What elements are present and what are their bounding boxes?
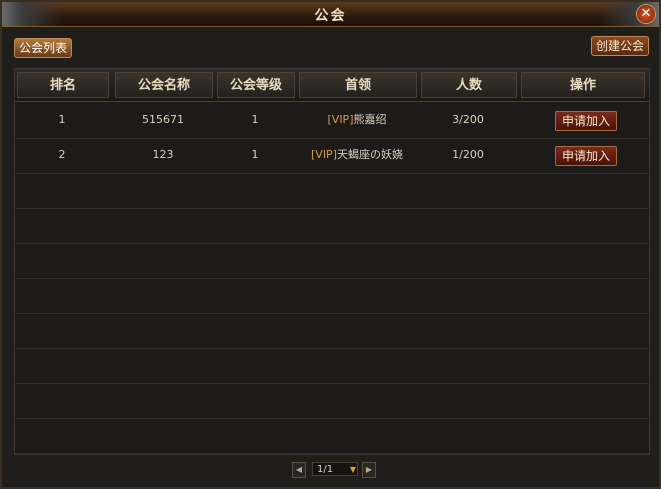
guild-name-cell: 515671 bbox=[142, 113, 184, 126]
empty-row bbox=[15, 313, 649, 349]
header-guild-name: 公会名称 bbox=[115, 72, 213, 98]
guild-name-cell: 123 bbox=[152, 148, 174, 161]
empty-row bbox=[15, 348, 649, 384]
rank-cell: 2 bbox=[58, 148, 66, 161]
vip-tag: [VIP] bbox=[311, 148, 337, 161]
members-cell: 1/200 bbox=[452, 148, 484, 161]
empty-row bbox=[15, 243, 649, 279]
table-row: 1 515671 1 [VIP]熊嘉绍 3/200 申请加入 bbox=[15, 103, 649, 139]
leader-cell: [VIP]天蝎座の妖娆 bbox=[297, 138, 417, 172]
guild-level-cell: 1 bbox=[251, 113, 259, 126]
header-action: 操作 bbox=[521, 72, 645, 98]
vip-tag: [VIP] bbox=[327, 113, 354, 126]
tab-guild-list[interactable]: 公会列表 bbox=[14, 38, 73, 58]
empty-row bbox=[15, 383, 649, 419]
apply-join-button[interactable]: 申请加入 bbox=[555, 111, 617, 131]
page-indicator[interactable]: 1/1 ▼ bbox=[312, 462, 358, 476]
page-text: 1/1 bbox=[317, 464, 334, 475]
window-title: 公会 bbox=[314, 8, 347, 24]
prev-page-icon[interactable]: ◀ bbox=[292, 462, 306, 478]
members-cell: 3/200 bbox=[452, 113, 484, 126]
leader-cell: [VIP]熊嘉绍 bbox=[297, 103, 417, 137]
guild-level-cell: 1 bbox=[251, 148, 259, 161]
next-page-icon[interactable]: ▶ bbox=[362, 462, 376, 478]
header-rank: 排名 bbox=[17, 72, 109, 98]
header-leader: 首领 bbox=[299, 72, 417, 98]
apply-join-button[interactable]: 申请加入 bbox=[555, 146, 617, 166]
guild-window: 公会 ✕ 公会列表 创建公会 排名 公会名称 公会等级 首领 人数 操作 1 5… bbox=[0, 0, 661, 489]
close-icon[interactable]: ✕ bbox=[637, 5, 655, 23]
create-guild-button[interactable]: 创建公会 bbox=[590, 36, 649, 56]
leader-name: 天蝎座の妖娆 bbox=[337, 148, 403, 161]
leader-name: 熊嘉绍 bbox=[353, 113, 387, 126]
table-header: 排名 公会名称 公会等级 首领 人数 操作 bbox=[15, 69, 649, 102]
empty-row bbox=[15, 208, 649, 244]
empty-row bbox=[15, 173, 649, 209]
header-members: 人数 bbox=[421, 72, 517, 98]
guild-table: 排名 公会名称 公会等级 首领 人数 操作 1 515671 1 [VIP]熊嘉… bbox=[14, 68, 650, 455]
chevron-down-icon[interactable]: ▼ bbox=[350, 464, 356, 476]
title-bar: 公会 ✕ bbox=[2, 2, 659, 27]
empty-row bbox=[15, 278, 649, 314]
table-row: 2 123 1 [VIP]天蝎座の妖娆 1/200 申请加入 bbox=[15, 138, 649, 174]
header-guild-level: 公会等级 bbox=[217, 72, 295, 98]
rank-cell: 1 bbox=[58, 113, 66, 126]
empty-row bbox=[15, 418, 649, 454]
